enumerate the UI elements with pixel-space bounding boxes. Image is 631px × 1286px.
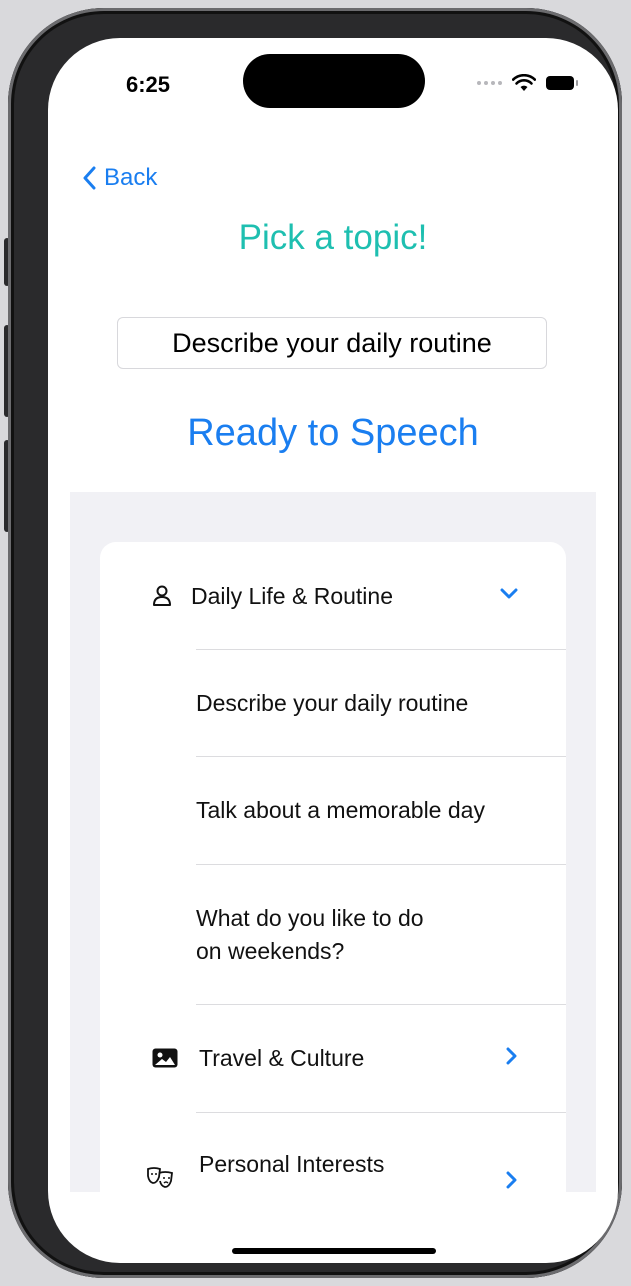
- dynamic-island: [243, 54, 425, 108]
- section-travel-culture[interactable]: Travel & Culture: [100, 1005, 566, 1111]
- page-title: Pick a topic!: [238, 218, 428, 257]
- status-indicators: [477, 74, 578, 92]
- topic-item[interactable]: Talk about a memorable day: [100, 757, 566, 864]
- section-label: Personal Interests: [199, 1151, 385, 1177]
- section-personal-interests[interactable]: Personal Interests: [100, 1113, 566, 1192]
- topic-label-line: on weekends?: [196, 937, 345, 964]
- topic-label: What do you like to do on weekends?: [196, 902, 424, 968]
- ready-to-speech-button[interactable]: Ready to Speech: [48, 412, 618, 455]
- topic-label: Talk about a memorable day: [196, 797, 485, 823]
- topic-list-card: Daily Life & Routine Describe your daily…: [100, 542, 566, 1192]
- battery-icon: [546, 76, 578, 90]
- photo-icon: [152, 1048, 178, 1068]
- topic-label: Describe your daily routine: [196, 689, 469, 716]
- section-daily-life[interactable]: Daily Life & Routine: [100, 558, 566, 634]
- home-indicator: [232, 1248, 436, 1254]
- theater-masks-icon: [146, 1165, 174, 1189]
- chevron-right-icon: [506, 1171, 518, 1192]
- wifi-icon: [512, 74, 536, 91]
- chevron-right-icon: [506, 1047, 518, 1070]
- selected-topic-field[interactable]: Describe your daily routine: [117, 317, 547, 369]
- signal-dots-icon: [477, 81, 502, 85]
- back-button[interactable]: Back: [82, 164, 157, 192]
- chevron-down-icon: [500, 587, 518, 605]
- topic-item[interactable]: What do you like to do on weekends?: [100, 865, 566, 1004]
- phone-frame: 6:25 Back Pick a topic! Describe your da…: [8, 8, 622, 1278]
- back-label: Back: [104, 164, 158, 191]
- topic-list-container: Daily Life & Routine Describe your daily…: [70, 492, 596, 1192]
- person-icon: [152, 585, 172, 607]
- section-label: Travel & Culture: [199, 1044, 365, 1071]
- topic-item[interactable]: Describe your daily routine: [100, 650, 566, 756]
- section-label: Daily Life & Routine: [191, 582, 393, 609]
- status-time: 6:25: [126, 72, 171, 97]
- chevron-left-icon: [83, 166, 96, 190]
- app-screen: 6:25 Back Pick a topic! Describe your da…: [48, 38, 618, 1263]
- topic-label-line: What do you like to do: [196, 904, 424, 931]
